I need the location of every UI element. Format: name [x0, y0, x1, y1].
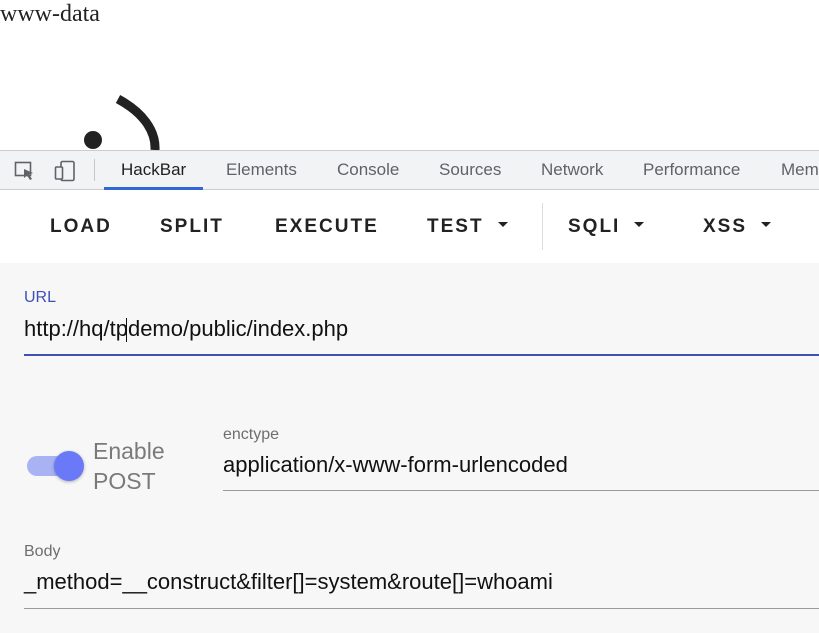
device-toolbar-icon[interactable]: [54, 160, 76, 182]
sad-face-icon: [84, 95, 160, 150]
test-dropdown[interactable]: TEST: [427, 190, 508, 263]
sqli-dropdown[interactable]: SQLI: [568, 190, 645, 263]
tab-memory[interactable]: Mem: [781, 151, 819, 189]
tab-sources[interactable]: Sources: [439, 151, 501, 189]
page-viewport: www-data: [0, 0, 819, 150]
split-button[interactable]: SPLIT: [160, 190, 224, 263]
test-dropdown-label: TEST: [427, 216, 484, 237]
tab-elements[interactable]: Elements: [226, 151, 297, 189]
hackbar-form: URL http://hq/tpdemo/public/index.php En…: [0, 263, 819, 633]
toolbar-divider: [542, 203, 543, 250]
toggle-thumb[interactable]: [54, 451, 84, 481]
hackbar-toolbar: LOAD SPLIT EXECUTE TEST SQLI XSS: [0, 190, 819, 263]
enable-post-label-line2: POST: [93, 468, 156, 494]
enable-post-label: Enable POST: [93, 436, 165, 496]
url-label: URL: [24, 289, 57, 306]
enctype-underline: [223, 490, 819, 491]
xss-dropdown-label: XSS: [703, 216, 748, 237]
sqli-dropdown-label: SQLI: [568, 216, 621, 237]
chevron-down-icon: [761, 222, 772, 228]
devtools-tabbar: HackBar Elements Console Sources Network…: [0, 150, 819, 190]
chevron-down-icon: [497, 222, 508, 228]
inspect-element-icon[interactable]: [14, 160, 36, 182]
chevron-down-icon: [634, 222, 645, 228]
toolbar-separator: [94, 159, 95, 181]
tab-performance[interactable]: Performance: [643, 151, 740, 189]
url-underline: [24, 354, 819, 356]
text-cursor: [126, 318, 127, 342]
body-underline: [24, 608, 819, 609]
url-input[interactable]: http://hq/tpdemo/public/index.php: [24, 316, 348, 342]
xss-dropdown[interactable]: XSS: [703, 190, 772, 263]
enctype-select[interactable]: application/x-www-form-urlencoded: [223, 452, 568, 478]
tab-console[interactable]: Console: [337, 151, 399, 189]
enable-post-label-line1: Enable: [93, 438, 165, 464]
body-textarea[interactable]: _method=__construct&filter[]=system&rout…: [24, 569, 553, 595]
execute-button[interactable]: EXECUTE: [275, 190, 379, 263]
tab-network[interactable]: Network: [541, 151, 603, 189]
tab-hackbar[interactable]: HackBar: [104, 151, 204, 190]
body-label: Body: [24, 543, 61, 560]
load-button[interactable]: LOAD: [50, 190, 112, 263]
enctype-label: enctype: [223, 426, 280, 443]
